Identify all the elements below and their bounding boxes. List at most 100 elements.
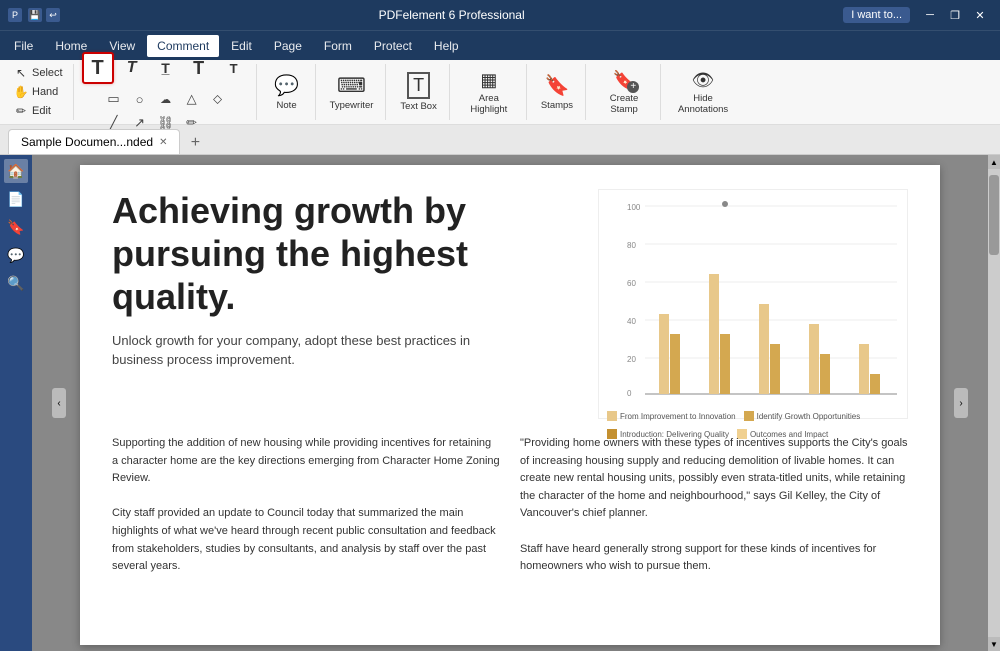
selection-tools: ↖ Select ✋ Hand ✏ Edit <box>8 64 69 120</box>
area-highlight-button[interactable]: ▦ Area Highlight <box>456 66 522 119</box>
body-right-column: "Providing home owners with these types … <box>520 435 908 576</box>
edit-tool-button[interactable]: ✏ Edit <box>8 102 69 120</box>
minimize-button[interactable]: ─ <box>918 4 942 26</box>
body-left-column: Supporting the addition of new housing w… <box>112 435 500 576</box>
right-panel-toggle[interactable]: › <box>954 388 968 418</box>
area-highlight-icon: ▦ <box>480 70 497 91</box>
toolbar: ↖ Select ✋ Hand ✏ Edit T T T̲ T T ▭ ○ <box>0 60 1000 125</box>
stamps-icon: 🔖 <box>545 73 570 98</box>
cloud-shape-button[interactable]: ☁ <box>154 88 178 110</box>
scroll-down-arrow[interactable]: ▼ <box>988 637 1000 651</box>
create-stamp-section: 🔖 + Create Stamp <box>588 64 661 120</box>
legend-label-1: From Improvement to Innovation <box>620 412 736 421</box>
svg-text:0: 0 <box>627 389 632 398</box>
note-button[interactable]: 💬 Note <box>263 69 311 115</box>
menu-form[interactable]: Form <box>314 35 362 57</box>
hide-annotations-button[interactable]: 👁 Hide Annotations <box>667 66 739 119</box>
body-right-para-2: Staff have heard generally strong suppor… <box>520 541 908 576</box>
title-bar-left: P 💾 ↩ <box>8 8 60 22</box>
main-content-area: 🏠 📄 🔖 💬 🔍 ‹ Achieving growth by pursuing… <box>0 155 1000 651</box>
diamond-shape-button[interactable]: ⬦ <box>206 88 230 110</box>
hide-annotations-section: 👁 Hide Annotations <box>663 64 743 120</box>
page-subtitle: Unlock growth for your company, adopt th… <box>112 331 502 370</box>
select-tool-button[interactable]: ↖ Select <box>8 64 69 82</box>
typewriter-icon: ⌨ <box>337 73 366 98</box>
left-sidebar: 🏠 📄 🔖 💬 🔍 <box>0 155 32 651</box>
legend-color-1 <box>607 411 617 421</box>
menu-protect[interactable]: Protect <box>364 35 422 57</box>
svg-text:80: 80 <box>627 241 636 250</box>
hand-icon: ✋ <box>14 85 28 99</box>
sidebar-search-icon[interactable]: 🔍 <box>4 271 28 295</box>
scroll-up-arrow[interactable]: ▲ <box>988 155 1000 169</box>
legend-item-2: Identify Growth Opportunities <box>744 411 861 421</box>
restore-button[interactable]: ❐ <box>943 4 967 26</box>
new-tab-button[interactable]: + <box>184 132 206 154</box>
text-formatting-tools: T T T̲ T T <box>80 50 252 86</box>
sidebar-comments-icon[interactable]: 💬 <box>4 243 28 267</box>
area-highlight-section: ▦ Area Highlight <box>452 64 527 120</box>
close-button[interactable]: ✕ <box>968 4 992 26</box>
create-stamp-button[interactable]: 🔖 + Create Stamp <box>592 66 656 119</box>
typewriter-button[interactable]: ⌨ Typewriter <box>322 69 382 115</box>
tab-label: Sample Documen...nded <box>21 135 153 149</box>
quick-access-toolbar: 💾 ↩ <box>28 8 60 22</box>
triangle-shape-button[interactable]: △ <box>180 88 204 110</box>
page-top-section: Achieving growth by pursuing the highest… <box>112 189 908 419</box>
svg-text:60: 60 <box>627 279 636 288</box>
create-stamp-icon: 🔖 + <box>613 70 635 91</box>
legend-item-1: From Improvement to Innovation <box>607 411 736 421</box>
legend-color-2 <box>744 411 754 421</box>
legend-label-2: Identify Growth Opportunities <box>757 412 861 421</box>
svg-text:20: 20 <box>627 355 636 364</box>
textbox-icon: T <box>407 72 430 99</box>
menu-page[interactable]: Page <box>264 35 312 57</box>
save-icon[interactable]: 💾 <box>28 8 42 22</box>
undo-icon[interactable]: ↩ <box>46 8 60 22</box>
textbox-section: T Text Box <box>388 64 449 120</box>
hand-tool-button[interactable]: ✋ Hand <box>8 83 69 101</box>
text-style-italic-button[interactable]: T <box>116 52 148 84</box>
typewriter-section: ⌨ Typewriter <box>318 64 387 120</box>
body-right-para-1: "Providing home owners with these types … <box>520 435 908 523</box>
drawing-tools: ▭ ○ ☁ △ ⬦ ╱ ↗ ⛓ ✏ <box>102 88 230 134</box>
body-left-para-2: City staff provided an update to Council… <box>112 505 500 575</box>
stamps-button[interactable]: 🔖 Stamps <box>533 69 581 115</box>
tab-close-button[interactable]: ✕ <box>159 137 167 148</box>
menu-help[interactable]: Help <box>424 35 469 57</box>
vertical-scrollbar[interactable]: ▲ ▼ <box>988 155 1000 651</box>
menu-file[interactable]: File <box>4 35 43 57</box>
left-panel-toggle[interactable]: ‹ <box>52 388 66 418</box>
stamps-section: 🔖 Stamps <box>529 64 586 120</box>
app-icon: P <box>8 8 22 22</box>
hide-annotations-icon: 👁 <box>692 70 715 91</box>
sidebar-bookmark-icon[interactable]: 🔖 <box>4 215 28 239</box>
rectangle-shape-button[interactable]: ▭ <box>102 88 126 110</box>
text-style-underline-button[interactable]: T̲ <box>150 52 182 84</box>
sidebar-pages-icon[interactable]: 📄 <box>4 187 28 211</box>
document-page: Achieving growth by pursuing the highest… <box>80 165 940 645</box>
tab-bar: Sample Documen...nded ✕ + <box>0 125 1000 155</box>
text-style-small-button[interactable]: T <box>218 52 250 84</box>
page-wrapper: ‹ Achieving growth by pursuing the highe… <box>32 155 988 651</box>
text-tools-section: T T T̲ T T ▭ ○ ☁ △ ⬦ ╱ ↗ ⛓ ✏ <box>76 64 257 120</box>
shape-row-1: ▭ ○ ☁ △ ⬦ <box>102 88 230 110</box>
scroll-thumb[interactable] <box>989 175 999 255</box>
body-text-section: Supporting the addition of new housing w… <box>112 435 908 576</box>
window-controls: ─ ❐ ✕ <box>918 4 992 26</box>
want-to-button[interactable]: I want to... <box>843 7 910 23</box>
oval-shape-button[interactable]: ○ <box>128 88 152 110</box>
note-section: 💬 Note <box>259 64 316 120</box>
text-style-bold-button[interactable]: T <box>82 52 114 84</box>
edit-icon: ✏ <box>14 104 28 118</box>
text-style-large-button[interactable]: T <box>184 52 216 84</box>
pencil-tool-button[interactable]: ✏ <box>180 112 204 134</box>
page-text-section: Achieving growth by pursuing the highest… <box>112 189 582 419</box>
textbox-button[interactable]: T Text Box <box>392 68 444 116</box>
sidebar-home-icon[interactable]: 🏠 <box>4 159 28 183</box>
svg-text:40: 40 <box>627 317 636 326</box>
document-tab[interactable]: Sample Documen...nded ✕ <box>8 129 180 154</box>
selection-tools-section: ↖ Select ✋ Hand ✏ Edit <box>4 64 74 120</box>
body-left-para-1: Supporting the addition of new housing w… <box>112 435 500 488</box>
chart-container: 100 80 60 40 20 0 Jan <box>598 189 908 419</box>
